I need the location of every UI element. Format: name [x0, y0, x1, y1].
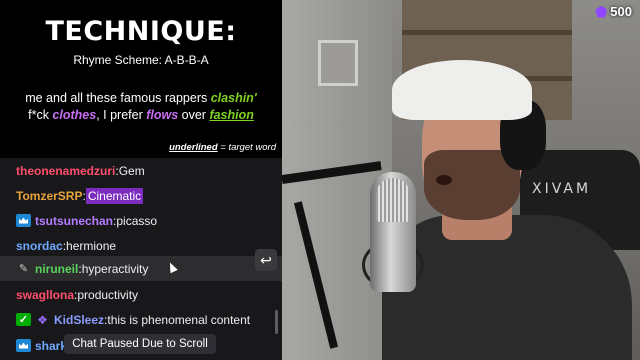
lyric-line-1: me and all these famous rappers clashin': [0, 91, 282, 105]
lyric-text: me and all these famous rappers: [25, 91, 211, 105]
chat-username[interactable]: KidSleez: [54, 313, 104, 327]
chat-message[interactable]: theonenamedzuri: Gem: [0, 158, 282, 183]
chat-paused-button[interactable]: Chat Paused Due to Scroll: [64, 334, 216, 354]
chat-message-hover[interactable]: ✎ niruneil: hyperactivity: [0, 256, 282, 281]
chat-text: this is phenomenal content: [107, 312, 251, 327]
lyric-text: f*ck: [28, 108, 53, 122]
sub-count: 500: [610, 4, 632, 19]
technique-overlay: TECHNIQUE: Rhyme Scheme: A-B-B-A me and …: [0, 0, 282, 158]
chat-text: Gem: [118, 163, 145, 178]
chat-text: picasso: [116, 213, 158, 228]
chat-username[interactable]: TomzerSRP: [16, 189, 82, 203]
rhyme-scheme: Rhyme Scheme: A-B-B-A: [73, 53, 209, 67]
chair-brand: XIVAM: [532, 181, 592, 197]
shelf-board: [402, 30, 572, 35]
reply-button[interactable]: ↩: [255, 249, 277, 271]
mic-grille: [376, 178, 410, 222]
chat-text: hyperactivity: [81, 261, 149, 276]
legend-underlined: underlined: [169, 142, 218, 153]
crown-icon: [16, 339, 31, 352]
legend: underlined = target word: [169, 142, 276, 153]
chat-message[interactable]: ✓ ❖ KidSleez: this is phenomenal content: [0, 307, 282, 332]
chat-message[interactable]: swagllona: productivity: [0, 282, 282, 307]
wall-frame: [318, 40, 358, 86]
streamer-mouth: [436, 175, 452, 185]
chat-scrollbar[interactable]: [275, 310, 278, 334]
chat-message[interactable]: tsutsunechan: picasso: [0, 208, 282, 233]
cap: [392, 60, 532, 120]
check-icon: ✓: [16, 313, 31, 326]
chat-username[interactable]: theonenamedzuri: [16, 164, 115, 178]
lyric-text: over: [178, 108, 210, 122]
rhyme-word: flows: [146, 108, 179, 122]
rhyme-word: clashin': [210, 91, 257, 105]
chat-list[interactable]: theonenamedzuri: Gem TomzerSRP: Cinemati…: [0, 158, 282, 360]
target-word: fashion: [209, 108, 254, 122]
sub-counter: 500: [595, 4, 632, 19]
chat-text-highlighted: Cinematic: [85, 187, 144, 204]
chat-text: productivity: [77, 287, 139, 302]
lyric-text: , I prefer: [96, 108, 147, 122]
legend-text: = target word: [217, 142, 276, 153]
chat-username[interactable]: tsutsunechan: [35, 214, 113, 228]
chat-message[interactable]: snordac: hermione: [0, 233, 282, 258]
left-panel: TECHNIQUE: Rhyme Scheme: A-B-B-A me and …: [0, 0, 282, 360]
technique-title: TECHNIQUE:: [45, 16, 237, 47]
crown-icon: [16, 214, 31, 227]
chat-username[interactable]: swagllona: [16, 288, 74, 302]
rhyme-word: clothes: [52, 108, 97, 122]
reply-arrow-icon: ↩: [260, 251, 272, 268]
chat-username[interactable]: niruneil: [35, 262, 78, 276]
gem-icon: ❖: [37, 312, 48, 327]
chat-username[interactable]: snordac: [16, 239, 63, 253]
chat-message[interactable]: TomzerSRP: Cinematic: [0, 183, 282, 208]
chat-text: hermione: [66, 238, 117, 253]
sub-goal-icon: [595, 5, 608, 18]
lyric-line-2: f*ck clothes, I prefer flows over fashio…: [0, 108, 282, 122]
wrench-icon: ✎: [18, 263, 29, 275]
webcam-feed: XIVAM 500: [282, 0, 640, 360]
